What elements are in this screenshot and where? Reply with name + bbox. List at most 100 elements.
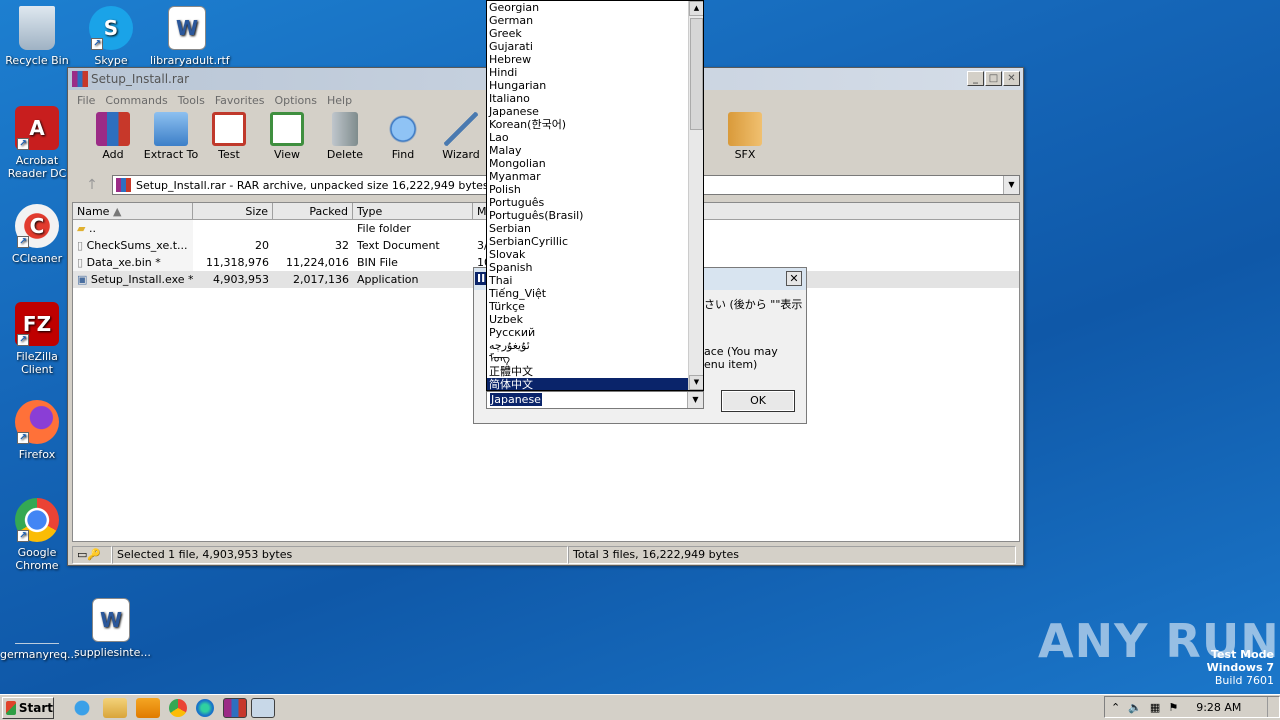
scroll-down-icon[interactable]: ▼ bbox=[689, 375, 703, 390]
desktop-icon-filezilla[interactable]: FZ ↗ FileZilla Client bbox=[0, 302, 74, 376]
scroll-thumb[interactable] bbox=[690, 18, 703, 130]
chevron-down-icon[interactable]: ▼ bbox=[687, 392, 703, 408]
up-arrow-icon[interactable]: ↑ bbox=[72, 174, 112, 196]
language-option[interactable]: Thai bbox=[487, 274, 689, 287]
column-size[interactable]: Size bbox=[193, 203, 273, 219]
desktop-icon-germanyreq[interactable]: germanyreq... bbox=[0, 600, 78, 661]
acrobat-icon: A ↗ bbox=[15, 106, 59, 150]
language-option[interactable]: German bbox=[487, 14, 689, 27]
winrar-app-icon bbox=[72, 71, 88, 87]
desktop-icon-ccleaner[interactable]: C ↗ CCleaner bbox=[0, 204, 74, 265]
menu-commands[interactable]: Commands bbox=[100, 94, 172, 107]
desktop-icon-label: suppliesinte... bbox=[74, 646, 151, 659]
language-option[interactable]: Lao bbox=[487, 131, 689, 144]
language-option[interactable]: Italiano bbox=[487, 92, 689, 105]
language-option[interactable]: Georgian bbox=[487, 1, 689, 14]
language-option[interactable]: Português(Brasil) bbox=[487, 209, 689, 222]
ok-button[interactable]: OK bbox=[721, 390, 795, 412]
toolbar-find-button[interactable]: Find bbox=[374, 112, 432, 161]
language-option[interactable]: Mongolian bbox=[487, 157, 689, 170]
desktop-icon-label: Skype bbox=[94, 54, 128, 67]
desktop-icon-acrobat[interactable]: A ↗ Acrobat Reader DC bbox=[0, 106, 74, 180]
language-option[interactable]: Myanmar bbox=[487, 170, 689, 183]
menu-file[interactable]: File bbox=[72, 94, 100, 107]
sfx-box-icon bbox=[728, 112, 762, 146]
scroll-up-icon[interactable]: ▲ bbox=[689, 1, 703, 16]
column-packed[interactable]: Packed bbox=[273, 203, 353, 219]
desktop-icon-recycle-bin[interactable]: Recycle Bin bbox=[0, 6, 74, 67]
status-total: Total 3 files, 16,222,949 bytes bbox=[568, 546, 1016, 564]
shortcut-arrow-icon: ↗ bbox=[17, 138, 29, 150]
dropdown-scrollbar[interactable]: ▲ ▼ bbox=[688, 1, 703, 390]
language-option[interactable]: Slovak bbox=[487, 248, 689, 261]
test-mode-line1: Test Mode bbox=[1211, 648, 1274, 661]
toolbar-view-button[interactable]: View bbox=[258, 112, 316, 161]
dialog-text-line1: さい (後から ""表示 bbox=[704, 298, 803, 311]
language-option[interactable]: Português bbox=[487, 196, 689, 209]
language-option[interactable]: Korean(한국어) bbox=[487, 118, 689, 131]
language-option[interactable]: Hungarian bbox=[487, 79, 689, 92]
clock[interactable]: 9:28 AM bbox=[1196, 701, 1241, 714]
drive-key-icon[interactable]: ▭🔑 bbox=[72, 546, 112, 564]
shortcut-arrow-icon: ↗ bbox=[17, 334, 29, 346]
media-player-icon[interactable] bbox=[136, 697, 160, 718]
chevron-down-icon[interactable]: ▼ bbox=[1003, 176, 1019, 194]
column-name[interactable]: Name ▲ bbox=[73, 203, 193, 219]
menu-help[interactable]: Help bbox=[322, 94, 357, 107]
close-button[interactable]: ✕ bbox=[1003, 71, 1020, 86]
edge-icon[interactable] bbox=[196, 698, 214, 717]
toolbar-test-button[interactable]: Test bbox=[200, 112, 258, 161]
desktop-icon-label: Acrobat Reader DC bbox=[7, 154, 67, 180]
language-option[interactable]: SerbianCyrillic bbox=[487, 235, 689, 248]
start-button[interactable]: Start bbox=[2, 696, 54, 719]
setup-taskbar-icon[interactable] bbox=[251, 697, 275, 718]
desktop-icon-libraryadult[interactable]: W libraryadult.rtf bbox=[150, 6, 230, 67]
menu-tools[interactable]: Tools bbox=[173, 94, 210, 107]
language-option[interactable]: ئۇيغۇرچە bbox=[487, 339, 689, 352]
language-option[interactable]: 简体中文 bbox=[487, 378, 689, 390]
desktop-icon-skype[interactable]: S ↗ Skype bbox=[74, 6, 148, 67]
language-option[interactable]: ᠮᠣᠩ bbox=[487, 352, 689, 365]
winrar-taskbar-icon[interactable] bbox=[223, 697, 247, 718]
maximize-button[interactable]: □ bbox=[985, 71, 1002, 86]
explorer-icon[interactable] bbox=[103, 697, 127, 718]
column-type[interactable]: Type bbox=[353, 203, 473, 219]
toolbar-delete-button[interactable]: Delete bbox=[316, 112, 374, 161]
toolbar-extract-button[interactable]: Extract To bbox=[142, 112, 200, 161]
window-title: Setup_Install.rar bbox=[91, 72, 190, 86]
tray-expand-icon[interactable]: ⌃ bbox=[1111, 701, 1120, 714]
desktop-icon-suppliesinte[interactable]: W suppliesinte... bbox=[74, 598, 151, 659]
language-select[interactable]: Japanese ▼ bbox=[486, 391, 704, 409]
language-option[interactable]: Malay bbox=[487, 144, 689, 157]
show-desktop-button[interactable] bbox=[1267, 697, 1279, 717]
toolbar-label: Find bbox=[391, 148, 415, 161]
action-center-flag-icon[interactable]: ⚑ bbox=[1168, 701, 1178, 714]
language-option[interactable]: 正體中文 bbox=[487, 365, 689, 378]
dialog-close-button[interactable]: ✕ bbox=[786, 271, 802, 286]
language-option[interactable]: Polish bbox=[487, 183, 689, 196]
language-option[interactable]: Русский bbox=[487, 326, 689, 339]
menu-favorites[interactable]: Favorites bbox=[210, 94, 270, 107]
toolbar-wizard-button[interactable]: Wizard bbox=[432, 112, 490, 161]
network-icon[interactable]: ▦ bbox=[1150, 701, 1160, 714]
language-option[interactable]: Tiếng_Việt bbox=[487, 287, 689, 300]
language-option[interactable]: Hebrew bbox=[487, 53, 689, 66]
language-option[interactable]: Uzbek bbox=[487, 313, 689, 326]
toolbar-add-button[interactable]: Add bbox=[84, 112, 142, 161]
minimize-button[interactable]: _ bbox=[967, 71, 984, 86]
volume-icon[interactable]: 🔈 bbox=[1128, 701, 1142, 714]
language-option[interactable]: Hindi bbox=[487, 66, 689, 79]
chrome-icon[interactable] bbox=[169, 698, 187, 717]
menu-options[interactable]: Options bbox=[270, 94, 322, 107]
language-option[interactable]: Spanish bbox=[487, 261, 689, 274]
language-option[interactable]: Serbian bbox=[487, 222, 689, 235]
desktop-icon-chrome[interactable]: ↗ Google Chrome bbox=[0, 498, 74, 572]
language-option[interactable]: Türkçe bbox=[487, 300, 689, 313]
language-option[interactable]: Greek bbox=[487, 27, 689, 40]
language-option[interactable]: Gujarati bbox=[487, 40, 689, 53]
desktop-icon-firefox[interactable]: ↗ Firefox bbox=[0, 400, 74, 461]
dialog-text-line2: ace (You may bbox=[704, 345, 778, 358]
language-option[interactable]: Japanese bbox=[487, 105, 689, 118]
toolbar-sfx-button[interactable]: SFX bbox=[716, 112, 774, 161]
ie-icon[interactable] bbox=[70, 697, 94, 718]
